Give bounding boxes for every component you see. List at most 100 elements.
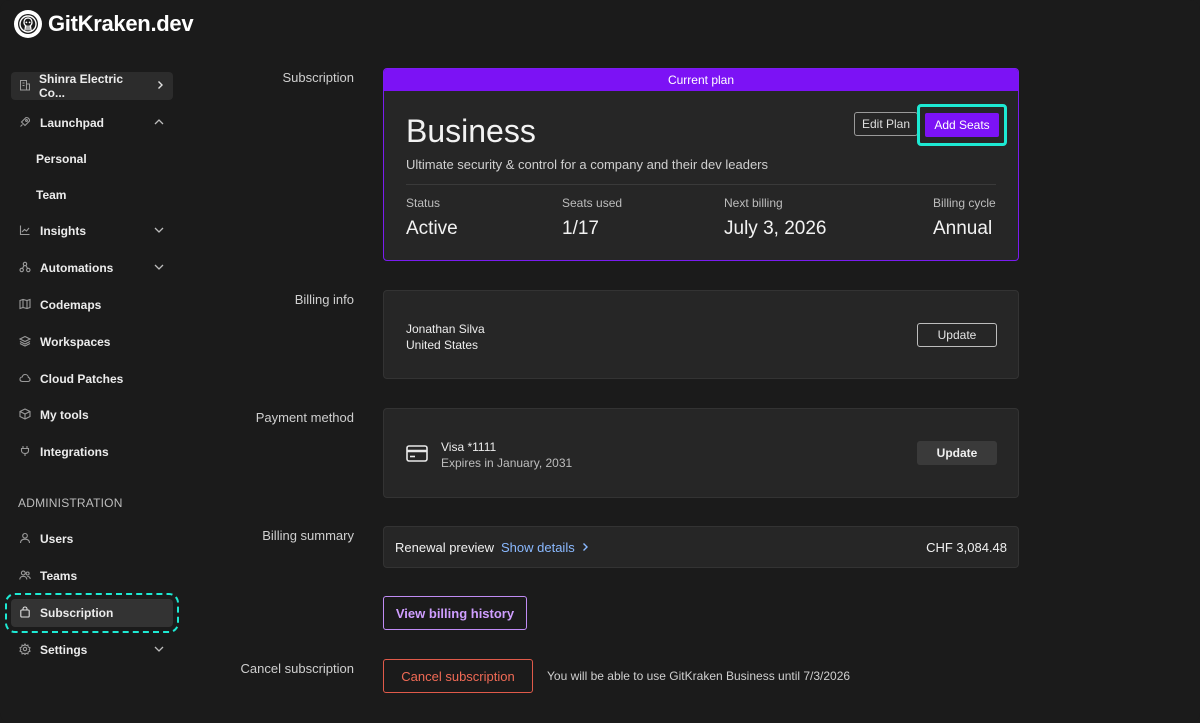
add-seats-button[interactable]: Add Seats — [925, 113, 999, 137]
sidebar-item-codemaps[interactable]: Codemaps — [11, 291, 173, 319]
sidebar-item-label: Users — [40, 532, 74, 546]
update-payment-button[interactable]: Update — [917, 441, 997, 465]
stat-label: Status — [406, 196, 441, 210]
billing-name: Jonathan Silva — [406, 322, 485, 336]
cancel-section-label: Cancel subscription — [240, 661, 354, 676]
sidebar-item-label: Team — [36, 188, 67, 202]
renewal-preview-label: Renewal preview — [395, 539, 494, 555]
stat-value: July 3, 2026 — [724, 218, 827, 239]
show-details-label: Show details — [501, 539, 575, 555]
current-plan-card: Current plan Business Ultimate security … — [383, 68, 1019, 261]
payment-details: Visa *1111 Expires in January, 2031 — [441, 439, 572, 471]
subscription-section-label: Subscription — [282, 70, 354, 85]
current-plan-banner: Current plan — [384, 69, 1018, 91]
sidebar-item-label: Insights — [40, 224, 87, 238]
stat-label: Next billing — [724, 196, 783, 210]
cloud-icon — [19, 372, 31, 387]
sidebar-item-label: Teams — [40, 569, 78, 583]
chevron-up-icon — [153, 116, 165, 131]
automation-icon — [19, 261, 31, 276]
gitkraken-logo-icon — [14, 10, 42, 38]
rocket-icon — [19, 116, 31, 131]
billing-contact: Jonathan Silva United States — [406, 321, 485, 353]
edit-plan-button[interactable]: Edit Plan — [854, 112, 918, 136]
sidebar-item-label: Settings — [40, 643, 88, 657]
sidebar-item-insights[interactable]: Insights — [11, 217, 173, 245]
sidebar-item-automations[interactable]: Automations — [11, 254, 173, 282]
payment-method-card: Visa *1111 Expires in January, 2031 Upda… — [383, 408, 1019, 498]
view-billing-history-button[interactable]: View billing history — [383, 596, 527, 630]
users-icon — [19, 569, 31, 584]
brand-name: GitKraken.dev — [48, 11, 194, 36]
admin-section-label: ADMINISTRATION — [18, 496, 123, 510]
sidebar-item-label: Integrations — [40, 445, 109, 459]
sidebar-item-label: Subscription — [40, 606, 114, 620]
sidebar-item-settings[interactable]: Settings — [11, 636, 173, 664]
stat-label: Billing cycle — [933, 196, 996, 210]
org-switcher[interactable]: Shinra Electric Co... — [11, 72, 173, 100]
layers-icon — [18, 335, 32, 350]
cancel-note: You will be able to use GitKraken Busine… — [547, 669, 851, 683]
plan-name: Business — [406, 113, 536, 149]
chart-line-icon — [19, 224, 31, 239]
chevron-down-icon — [153, 261, 165, 276]
sidebar-item-label: Launchpad — [40, 116, 105, 130]
box-icon — [19, 407, 31, 423]
brand-logo[interactable]: GitKraken.dev — [14, 10, 194, 38]
sidebar: GitKraken.dev Shinra Electric Co... Laun… — [0, 0, 194, 723]
payment-method-section-label: Payment method — [255, 410, 354, 425]
stat-value: Active — [406, 218, 458, 239]
renewal-preview: Renewal preview Show details — [395, 540, 590, 555]
sidebar-item-integrations[interactable]: Integrations — [11, 438, 173, 466]
billing-info-section-label: Billing info — [294, 292, 354, 307]
billing-summary-section-label: Billing summary — [262, 528, 354, 543]
cancel-subscription-button[interactable]: Cancel subscription — [383, 659, 533, 693]
sidebar-item-label: Codemaps — [40, 298, 102, 312]
sidebar-item-label: Cloud Patches — [40, 372, 124, 386]
sidebar-item-personal[interactable]: Personal — [11, 145, 173, 173]
sidebar-item-label: My tools — [40, 408, 89, 422]
chevron-right-icon — [155, 79, 165, 93]
sidebar-item-label: Automations — [40, 261, 114, 275]
sidebar-item-launchpad[interactable]: Launchpad — [11, 109, 173, 137]
credit-card-icon — [406, 445, 428, 467]
show-details-link[interactable]: Show details — [501, 540, 590, 555]
plan-description: Ultimate security & control for a compan… — [406, 157, 769, 172]
stat-label: Seats used — [562, 196, 623, 210]
stat-value: Annual — [933, 218, 993, 239]
sidebar-item-teams[interactable]: Teams — [11, 562, 173, 590]
stat-value: 1/17 — [562, 218, 599, 239]
sidebar-item-my-tools[interactable]: My tools — [11, 401, 173, 429]
chevron-down-icon — [153, 224, 165, 239]
plug-icon — [19, 445, 31, 460]
chevron-down-icon — [153, 643, 165, 658]
update-billing-button[interactable]: Update — [917, 323, 997, 347]
add-seats-highlight: Add Seats — [917, 104, 1007, 146]
billing-summary-card: Renewal preview Show details CHF 3,084.4… — [383, 526, 1019, 568]
plan-divider — [406, 184, 996, 185]
app-window: GitKraken.dev Shinra Electric Co... Laun… — [0, 0, 1200, 723]
gear-icon — [19, 642, 31, 658]
stat-billing-cycle: Billing cycle Annual — [933, 196, 996, 240]
sidebar-item-label: Personal — [36, 152, 87, 166]
building-icon — [19, 79, 31, 94]
sidebar-item-team[interactable]: Team — [11, 181, 173, 209]
sidebar-item-cloud-patches[interactable]: Cloud Patches — [11, 365, 173, 393]
user-icon — [19, 532, 31, 547]
map-icon — [19, 298, 31, 313]
billing-info-card: Jonathan Silva United States Update — [383, 290, 1019, 379]
sidebar-item-workspaces[interactable]: Workspaces — [11, 328, 173, 356]
stat-next-billing: Next billing July 3, 2026 — [724, 196, 826, 240]
renewal-amount: CHF 3,084.48 — [926, 539, 1007, 555]
org-name: Shinra Electric Co... — [39, 72, 124, 100]
bag-icon — [19, 605, 31, 621]
stat-status: Status Active — [406, 196, 458, 240]
card-expiry: Expires in January, 2031 — [441, 456, 573, 470]
chevron-right-icon — [580, 540, 590, 555]
sidebar-item-label: Workspaces — [40, 335, 111, 349]
sidebar-item-subscription[interactable]: Subscription — [5, 593, 179, 633]
sidebar-item-users[interactable]: Users — [11, 525, 173, 553]
card-number: Visa *1111 — [441, 440, 497, 454]
stat-seats-used: Seats used 1/17 — [562, 196, 622, 240]
billing-country: United States — [406, 338, 479, 352]
